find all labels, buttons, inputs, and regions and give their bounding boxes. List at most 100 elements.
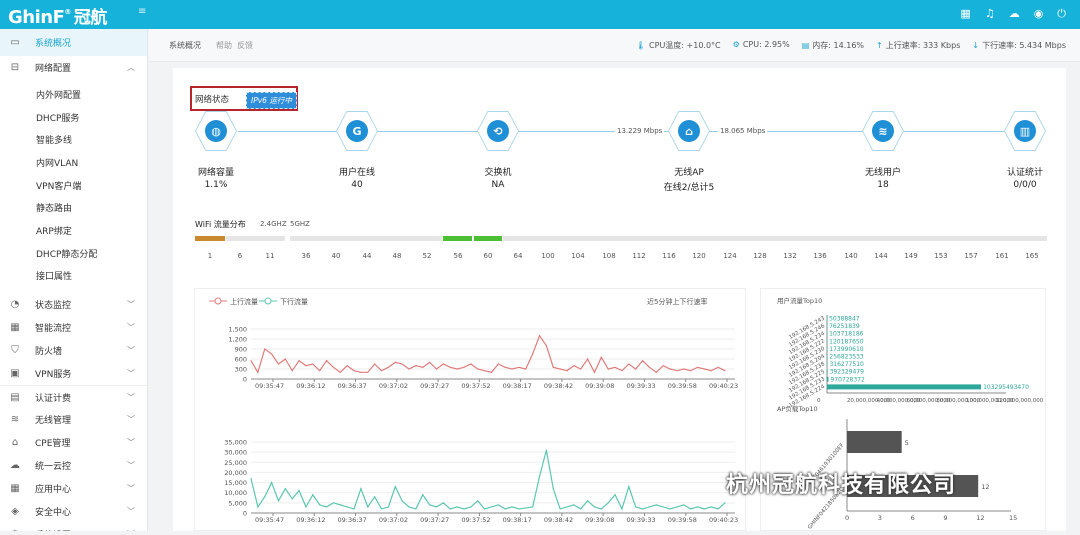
x-tick-label: 15 bbox=[1009, 514, 1017, 522]
cloud-icon[interactable]: ☁ bbox=[1009, 7, 1020, 21]
sidebar-item-3[interactable]: ▦ 智能流控 ﹀ bbox=[0, 316, 147, 339]
sidebar-item-0[interactable]: ▭ 系统概况 bbox=[0, 29, 147, 56]
bar[interactable] bbox=[827, 354, 828, 359]
channel-label: 64 bbox=[513, 252, 523, 260]
sidebar-subitem[interactable]: 内网VLAN bbox=[0, 151, 147, 174]
topology-node[interactable]: ⌂ 无线AP 在线2/总计5 bbox=[644, 111, 734, 193]
sidebar-subitem[interactable]: 内外网配置 bbox=[0, 83, 147, 106]
brand-logo[interactable]: GhinF ® 冠航 bbox=[8, 3, 107, 28]
data-point bbox=[538, 335, 541, 337]
sidebar-item-9[interactable]: ☁ 统一云控 ﹀ bbox=[0, 454, 147, 477]
sidebar-subitem[interactable]: DHCP静态分配 bbox=[0, 242, 147, 265]
channel-label: 1 bbox=[207, 252, 213, 260]
sidebar-item-11[interactable]: ◈ 安全中心 ﹀ bbox=[0, 500, 147, 523]
chevron-down-icon: ﹀ bbox=[127, 484, 135, 494]
help-link[interactable]: 帮助 bbox=[216, 40, 232, 51]
data-point bbox=[367, 506, 369, 508]
y-tick-label: 35,000 bbox=[224, 439, 247, 447]
channel-label: 36 bbox=[301, 252, 311, 260]
data-point bbox=[600, 356, 602, 358]
bar[interactable] bbox=[827, 316, 828, 321]
x-tick-label: 09:40:23 bbox=[709, 382, 738, 390]
system-stats: 🌡 CPU温度: +10.0°C ⚙ CPU: 2.95% ▤ 内存: 14.16% … bbox=[636, 40, 1066, 51]
bar-value-label: 50388847 bbox=[829, 316, 860, 323]
x-tick-label: 3 bbox=[878, 514, 882, 522]
data-point bbox=[587, 358, 589, 360]
sidebar-collapse-button[interactable]: ≡ bbox=[138, 6, 146, 17]
topology-node[interactable]: ▥ 认证统计 0/0/0 bbox=[980, 111, 1070, 190]
data-point bbox=[387, 506, 389, 508]
data-point bbox=[257, 506, 259, 508]
channel-label: 40 bbox=[331, 252, 341, 260]
topology-node[interactable]: ⟲ 交换机 NA bbox=[453, 111, 543, 190]
sidebar-item-7[interactable]: ≋ 无线管理 ﹀ bbox=[0, 408, 147, 431]
sidebar-subitem[interactable]: VPN客户端 bbox=[0, 174, 147, 197]
wifi-distribution-title: WiFi 流量分布 bbox=[195, 220, 246, 229]
y-tick-label: 0 bbox=[243, 510, 247, 518]
sidebar-subitem[interactable]: DHCP服务 bbox=[0, 106, 147, 129]
sidebar-item-8[interactable]: ⌂ CPE管理 ﹀ bbox=[0, 431, 147, 454]
data-point bbox=[683, 504, 685, 506]
sidebar-item-2[interactable]: ◔ 状态监控 ﹀ bbox=[0, 293, 147, 316]
bar[interactable] bbox=[827, 338, 828, 344]
data-point bbox=[374, 363, 376, 365]
thermometer-icon: 🌡 bbox=[635, 41, 647, 50]
bar[interactable] bbox=[827, 361, 828, 367]
data-point bbox=[518, 366, 520, 368]
band-24ghz-label[interactable]: 2.4GHZ bbox=[260, 220, 287, 228]
bar[interactable] bbox=[827, 376, 829, 382]
channel-label: 153 bbox=[934, 252, 948, 260]
data-point bbox=[429, 361, 431, 363]
data-point bbox=[600, 508, 602, 510]
vpn-icon: ▣ bbox=[10, 368, 20, 380]
node-title: 无线AP bbox=[674, 168, 704, 178]
sidebar-item-1[interactable]: ⊟ 网络配置 ︿ bbox=[0, 56, 147, 79]
topology-node[interactable]: ≋ 无线用户 18 bbox=[838, 111, 928, 190]
bar[interactable] bbox=[827, 346, 828, 352]
node-title: 网络容量 bbox=[197, 168, 234, 178]
topology-node[interactable]: G 用户在线 40 bbox=[312, 111, 402, 190]
sidebar-item-12[interactable]: ⚙系统设置﹀ bbox=[0, 523, 147, 531]
grid-icon[interactable]: ▦ bbox=[960, 7, 970, 21]
sidebar-subitem[interactable]: 智能多线 bbox=[0, 128, 147, 151]
channel-label: 100 bbox=[541, 252, 555, 260]
bar[interactable] bbox=[827, 323, 828, 329]
feedback-link[interactable]: 反馈 bbox=[237, 40, 253, 51]
data-point bbox=[456, 506, 458, 508]
power-icon[interactable]: ⏻ bbox=[1057, 7, 1066, 21]
x-tick-label: 09:38:42 bbox=[544, 516, 573, 524]
sidebar-subitem[interactable]: 接口属性 bbox=[0, 265, 147, 288]
x-tick-label: 09:37:52 bbox=[461, 382, 490, 390]
channel-label: 104 bbox=[571, 252, 585, 260]
sidebar-item-10[interactable]: ▦ 应用中心 ﹀ bbox=[0, 477, 147, 500]
channel-bar bbox=[290, 236, 442, 241]
sidebar-item-5[interactable]: ▣ VPN服务 ﹀ bbox=[0, 362, 147, 385]
data-point bbox=[456, 368, 458, 370]
bar[interactable] bbox=[827, 369, 828, 375]
globe-icon[interactable]: ◉ bbox=[1034, 7, 1044, 21]
sidebar-subitem[interactable]: ARP绑定 bbox=[0, 219, 147, 242]
sidebar-item-4[interactable]: ⛉ 防火墙 ﹀ bbox=[0, 339, 147, 362]
bar[interactable] bbox=[827, 331, 828, 337]
bar[interactable] bbox=[847, 431, 902, 453]
bell-icon[interactable]: ♫ bbox=[985, 7, 995, 21]
node-value: 40 bbox=[351, 180, 363, 190]
channel-label: 157 bbox=[964, 252, 978, 260]
data-point bbox=[490, 506, 493, 508]
legend-down-marker bbox=[264, 297, 272, 305]
sidebar-item-6[interactable]: ▤ 认证计费 ﹀ bbox=[0, 385, 147, 408]
data-point bbox=[676, 506, 678, 508]
up-text: 上行速率: 333 Kbps bbox=[885, 41, 961, 50]
bar-value-label: 12 bbox=[981, 483, 989, 491]
sidebar-subitem[interactable]: 静态路由 bbox=[0, 196, 147, 219]
bar-value-label: 392329479 bbox=[830, 369, 865, 376]
band-5ghz-label[interactable]: 5GHZ bbox=[290, 220, 310, 228]
data-point bbox=[525, 368, 527, 370]
data-point bbox=[593, 506, 596, 508]
x-tick-label: 09:39:33 bbox=[626, 382, 655, 390]
topology-node[interactable]: ◍ 网络容量 1.1% bbox=[171, 111, 261, 190]
data-point bbox=[284, 488, 286, 490]
mem-text: 内存: 14.16% bbox=[812, 41, 865, 50]
data-point bbox=[250, 360, 252, 362]
bar[interactable] bbox=[827, 384, 982, 390]
